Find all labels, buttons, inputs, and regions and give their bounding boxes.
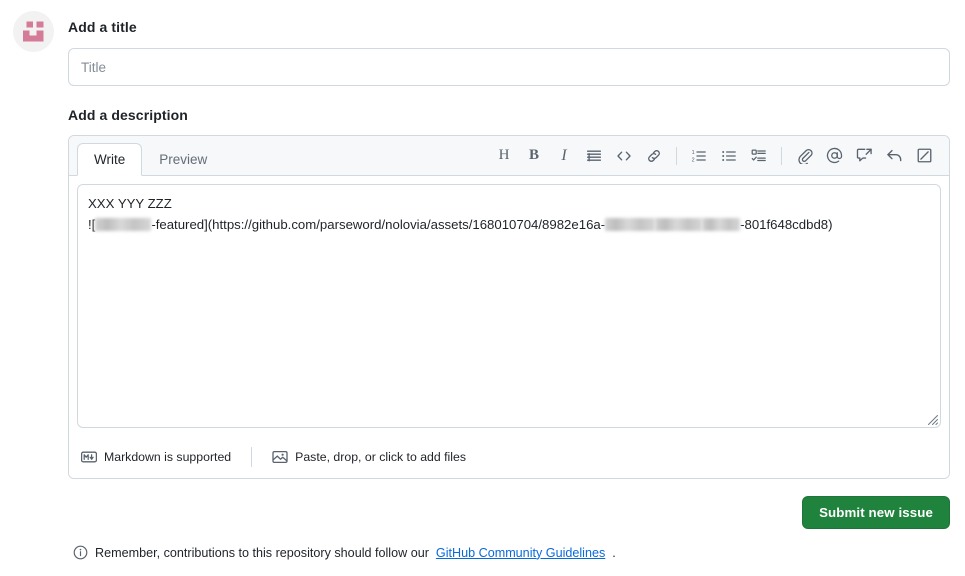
info-icon <box>73 545 88 560</box>
reply-icon <box>886 149 901 162</box>
write-preview-tabs: Write Preview <box>69 136 224 176</box>
heading-button[interactable]: H <box>489 141 519 171</box>
avatar <box>13 11 54 52</box>
github-community-guidelines-link[interactable]: GitHub Community Guidelines <box>436 546 605 560</box>
redacted-uuid-part-2 <box>655 218 703 232</box>
mention-icon <box>826 147 842 164</box>
toolbar-separator-2 <box>781 146 782 165</box>
fullscreen-icon <box>917 148 931 163</box>
form-column: Add a title Add a description Write Prev… <box>68 0 965 576</box>
markdown-toolbar: H B I 1 2 <box>489 136 949 175</box>
comment-box-footer: Markdown is supported Paste, drop, or cl… <box>69 435 949 478</box>
link-icon <box>648 149 660 162</box>
markdown-icon <box>81 449 97 465</box>
heading-icon: H <box>498 147 510 163</box>
toolbar-separator-1 <box>676 146 677 165</box>
add-description-label: Add a description <box>68 107 188 123</box>
fullscreen-button[interactable] <box>909 141 939 171</box>
tab-preview-label: Preview <box>159 152 208 167</box>
new-issue-page: Add a title Add a description Write Prev… <box>0 0 965 576</box>
textarea-wrapper: XXX YYY ZZZ ![ -featured](https://github.c… <box>69 176 949 436</box>
body-line-1: XXX YYY ZZZ <box>88 196 172 211</box>
ordered-list-icon: 1 2 <box>692 150 706 163</box>
body-line-2: ![ -featured](https://github.com/parsewor… <box>88 217 833 232</box>
issue-description-textarea[interactable]: XXX YYY ZZZ ![ -featured](https://github.c… <box>77 184 941 428</box>
bold-icon: B <box>528 147 539 163</box>
italic-icon: I <box>561 146 567 164</box>
add-title-label: Add a title <box>68 19 137 35</box>
attach-files-button[interactable] <box>789 141 819 171</box>
avatar-circle <box>13 11 54 52</box>
note-text-after: . <box>612 545 616 560</box>
note-text-before: Remember, contributions to this reposito… <box>95 545 429 560</box>
attach-files-label: Paste, drop, or click to add files <box>295 449 467 464</box>
issue-title-input[interactable] <box>68 48 950 86</box>
svg-text:1: 1 <box>692 150 695 156</box>
reply-button[interactable] <box>879 141 909 171</box>
bold-button[interactable]: B <box>519 141 549 171</box>
redacted-uuid-part-3 <box>702 218 741 232</box>
unordered-list-icon <box>722 150 736 161</box>
tab-write[interactable]: Write <box>77 143 143 176</box>
attach-files-link[interactable]: Paste, drop, or click to add files <box>272 449 466 465</box>
ordered-list-button[interactable]: 1 2 <box>684 141 714 171</box>
task-list-button[interactable] <box>744 141 774 171</box>
code-icon <box>617 151 631 160</box>
italic-button[interactable]: I <box>549 141 579 171</box>
quote-button[interactable] <box>579 141 609 171</box>
comment-box-header: Write Preview H B I 1 2 <box>69 136 949 176</box>
markdown-supported-label: Markdown is supported <box>104 449 232 464</box>
redacted-uuid-part-1 <box>605 218 656 232</box>
task-list-icon <box>751 148 766 161</box>
community-guidelines-note: Remember, contributions to this reposito… <box>73 545 616 560</box>
saved-replies-button[interactable] <box>849 141 879 171</box>
markdown-image-open: ![ <box>88 217 96 232</box>
description-comment-box: Write Preview H B I 1 2 XXX YYY ZZZ ![-… <box>68 135 950 479</box>
repository-owner-avatar-icon <box>23 21 44 42</box>
markdown-url-tail: -801f648cdbd8) <box>740 217 833 232</box>
attach-files-icon <box>797 149 813 164</box>
submit-new-issue-button[interactable]: Submit new issue <box>802 496 950 529</box>
footer-separator <box>251 446 253 467</box>
tab-write-label: Write <box>94 152 126 167</box>
saved-replies-icon <box>856 148 872 162</box>
quote-icon <box>586 150 602 161</box>
code-button[interactable] <box>609 141 639 171</box>
redacted-filename <box>95 218 152 232</box>
markdown-url: -featured](https://github.com/parseword/… <box>151 217 606 232</box>
tab-preview[interactable]: Preview <box>142 143 224 176</box>
markdown-supported-link[interactable]: Markdown is supported <box>81 449 231 465</box>
svg-text:2: 2 <box>692 157 695 163</box>
image-icon <box>272 449 288 465</box>
mention-button[interactable] <box>819 141 849 171</box>
unordered-list-button[interactable] <box>714 141 744 171</box>
link-button[interactable] <box>639 141 669 171</box>
